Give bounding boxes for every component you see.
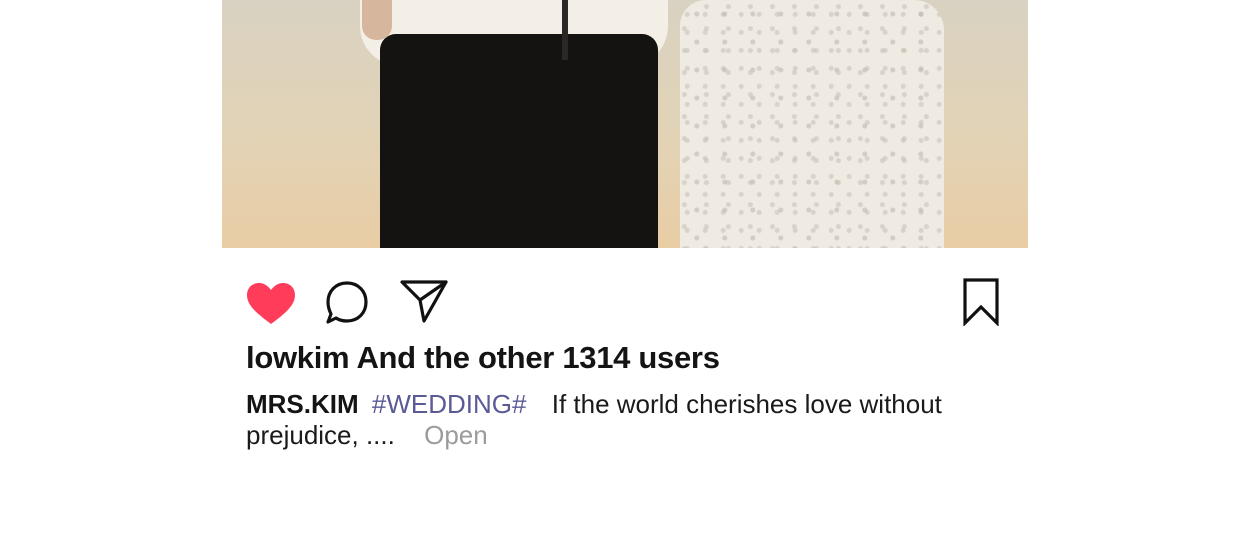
caption-open-link[interactable]: Open bbox=[424, 420, 488, 450]
photo-trousers bbox=[380, 34, 658, 248]
paper-plane-icon[interactable] bbox=[400, 278, 448, 324]
post-caption: MRS.KIM #WEDDING# If the world cherishes… bbox=[246, 389, 946, 451]
heart-filled-icon[interactable] bbox=[246, 282, 296, 326]
bookmark-icon[interactable] bbox=[962, 278, 1000, 326]
comment-bubble-icon[interactable] bbox=[324, 280, 370, 326]
photo-dress bbox=[680, 0, 944, 248]
photo-hand bbox=[362, 0, 392, 40]
likes-count[interactable]: lowkim And the other 1314 users bbox=[246, 340, 720, 376]
photo-placket bbox=[562, 0, 568, 60]
post-photo[interactable] bbox=[222, 0, 1028, 248]
caption-username[interactable]: MRS.KIM bbox=[246, 389, 359, 419]
post-action-bar bbox=[246, 278, 1000, 328]
caption-hashtag[interactable]: #WEDDING# bbox=[372, 389, 527, 419]
